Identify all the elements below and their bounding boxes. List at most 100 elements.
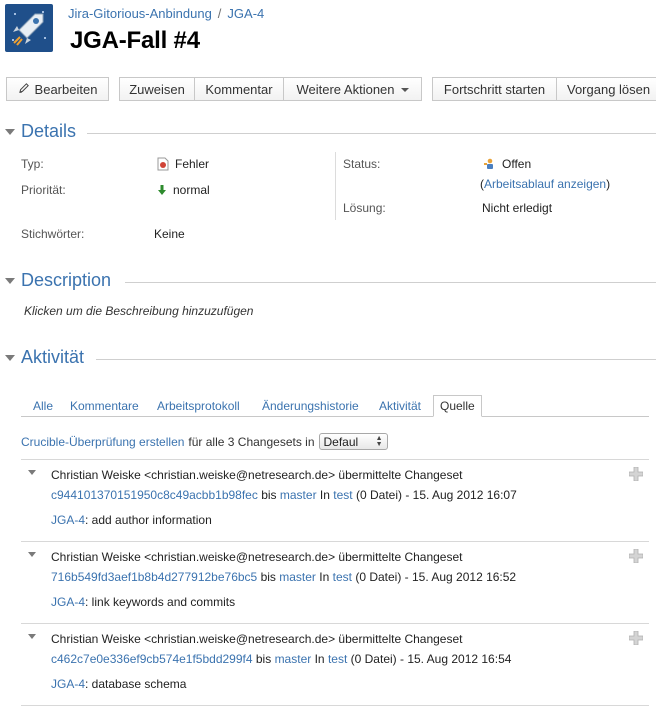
- details-heading: Details: [21, 121, 77, 141]
- priority-value-text: normal: [173, 183, 210, 197]
- breadcrumb-issue-link[interactable]: JGA-4: [227, 6, 264, 21]
- triangle-down-icon[interactable]: [28, 634, 36, 639]
- changeset-item: Christian Weiske <christian.weiske@netre…: [21, 459, 649, 541]
- crucible-select-value: Defaul: [323, 434, 359, 449]
- changeset-author: Christian Weiske <christian.weiske@netre…: [51, 468, 463, 482]
- status-value-text: Offen: [502, 157, 532, 171]
- changeset-repo-link[interactable]: test: [328, 652, 347, 666]
- type-label: Typ:: [21, 157, 44, 171]
- plus-icon[interactable]: [629, 631, 643, 645]
- changeset-in: In: [319, 570, 330, 584]
- more-actions-label: Weitere Aktionen: [296, 81, 395, 97]
- changeset-details: c944101370151950c8c49acbb1b98fec bis mas…: [51, 488, 517, 502]
- divider: [87, 133, 656, 134]
- activity-tabs: Alle Kommentare Arbeitsprotokoll Änderun…: [21, 395, 649, 417]
- resolution-label: Lösung:: [343, 201, 386, 215]
- edit-button[interactable]: Bearbeiten: [6, 77, 109, 101]
- changeset-message: : link keywords and commits: [85, 595, 236, 609]
- comment-button[interactable]: Kommentar: [195, 77, 284, 101]
- changeset-meta: (0 Datei) - 15. Aug 2012 16:54: [350, 652, 512, 666]
- plus-icon[interactable]: [629, 549, 643, 563]
- tab-history[interactable]: Änderungshistorie: [262, 399, 359, 413]
- select-arrows-icon: ▲ ▼: [375, 434, 383, 448]
- changeset-hash-link[interactable]: c462c7e0e336ef9cb574e1f5bdd299f4: [51, 652, 253, 666]
- details-column-divider: [335, 152, 336, 220]
- type-value-text: Fehler: [175, 157, 210, 171]
- open-status-icon: [484, 158, 496, 170]
- workflow-line: (Arbeitsablauf anzeigen): [480, 177, 610, 191]
- keywords-value: Keine: [154, 227, 185, 241]
- workflow-paren-close: ): [606, 177, 611, 191]
- changeset-bis: bis: [261, 488, 277, 502]
- changeset-details: 716b549fd3aef1b8b4d277912be76bc5 bis mas…: [51, 570, 516, 584]
- changeset-meta: (0 Datei) - 15. Aug 2012 16:07: [355, 488, 517, 502]
- triangle-down-icon[interactable]: [28, 470, 36, 475]
- page-title: JGA-Fall #4: [70, 27, 200, 54]
- more-actions-button[interactable]: Weitere Aktionen: [284, 77, 422, 101]
- crucible-select[interactable]: Defaul ▲ ▼: [318, 433, 388, 450]
- changeset-item: Christian Weiske <christian.weiske@netre…: [21, 623, 649, 705]
- keywords-label: Stichwörter:: [21, 227, 85, 241]
- assign-button[interactable]: Zuweisen: [119, 77, 195, 101]
- start-progress-button[interactable]: Fortschritt starten: [432, 77, 557, 101]
- arrow-down-icon: [157, 184, 167, 196]
- chevron-down-icon: [400, 88, 409, 92]
- changeset-repo-link[interactable]: test: [333, 570, 352, 584]
- view-workflow-link[interactable]: Arbeitsablauf anzeigen: [484, 177, 606, 191]
- issue-header: Jira-Gitorious-Anbindung / JGA-4 JGA-Fall …: [0, 0, 656, 68]
- triangle-down-icon[interactable]: [5, 278, 15, 284]
- divider: [125, 282, 656, 283]
- changeset-hash-link[interactable]: c944101370151950c8c49acbb1b98fec: [51, 488, 258, 502]
- changeset-in: In: [314, 652, 325, 666]
- changeset-branch-link[interactable]: master: [275, 652, 312, 666]
- crucible-review-link[interactable]: Crucible-Überprüfung erstellen: [21, 435, 184, 449]
- breadcrumb: Jira-Gitorious-Anbindung / JGA-4: [68, 6, 264, 21]
- tab-all[interactable]: Alle: [33, 399, 53, 413]
- changeset-issue-link[interactable]: JGA-4: [51, 677, 85, 691]
- changeset-issue-link[interactable]: JGA-4: [51, 513, 85, 527]
- description-placeholder[interactable]: Klicken um die Beschreibung hinzuzufügen: [24, 304, 253, 318]
- tab-activity[interactable]: Aktivität: [379, 399, 421, 413]
- triangle-down-icon[interactable]: [28, 552, 36, 557]
- activity-heading: Aktivität: [21, 347, 85, 367]
- priority-value: normal: [157, 183, 210, 197]
- issue-toolbar: Bearbeiten Zuweisen Kommentar Weitere Ak…: [6, 77, 656, 101]
- changeset-branch-link[interactable]: master: [279, 570, 316, 584]
- changeset-details: c462c7e0e336ef9cb574e1f5bdd299f4 bis mas…: [51, 652, 511, 666]
- changeset-repo-link[interactable]: test: [333, 488, 352, 502]
- edit-button-label: Bearbeiten: [34, 81, 98, 97]
- changeset-bis: bis: [260, 570, 276, 584]
- breadcrumb-separator: /: [217, 6, 222, 21]
- changeset-issue-link[interactable]: JGA-4: [51, 595, 85, 609]
- changeset-in: In: [319, 488, 330, 502]
- description-heading: Description: [21, 270, 112, 290]
- tab-worklog[interactable]: Arbeitsprotokoll: [157, 399, 240, 413]
- triangle-down-icon[interactable]: [5, 355, 15, 361]
- description-section-header[interactable]: Description: [0, 270, 656, 294]
- rocket-icon[interactable]: [5, 4, 53, 52]
- changeset-message-line: JGA-4: link keywords and commits: [51, 595, 235, 609]
- changeset-message: : add author information: [85, 513, 212, 527]
- status-label: Status:: [343, 157, 381, 171]
- tab-source[interactable]: Quelle: [433, 395, 482, 417]
- changeset-branch-link[interactable]: master: [280, 488, 317, 502]
- triangle-down-icon[interactable]: [5, 129, 15, 135]
- changeset-item: Christian Weiske <christian.weiske@netre…: [21, 541, 649, 623]
- type-value: Fehler: [157, 157, 209, 171]
- crucible-review-bar: Crucible-Überprüfung erstellen für alle …: [21, 433, 388, 450]
- changeset-message-line: JGA-4: database schema: [51, 677, 186, 691]
- resolve-issue-button[interactable]: Vorgang lösen: [557, 77, 656, 101]
- plus-icon[interactable]: [629, 467, 643, 481]
- pencil-icon: [18, 82, 30, 97]
- status-value: Offen: [484, 157, 531, 171]
- bug-icon: [157, 157, 169, 171]
- changeset-hash-link[interactable]: 716b549fd3aef1b8b4d277912be76bc5: [51, 570, 257, 584]
- tab-comments[interactable]: Kommentare: [70, 399, 139, 413]
- changeset-bis: bis: [255, 652, 272, 666]
- crucible-text: für alle 3 Changesets in: [188, 434, 315, 449]
- activity-section-header[interactable]: Aktivität: [0, 347, 656, 371]
- details-section-header[interactable]: Details: [0, 121, 656, 145]
- changeset-message: : database schema: [85, 677, 187, 691]
- resolution-value: Nicht erledigt: [482, 201, 553, 215]
- breadcrumb-project-link[interactable]: Jira-Gitorious-Anbindung: [68, 6, 212, 21]
